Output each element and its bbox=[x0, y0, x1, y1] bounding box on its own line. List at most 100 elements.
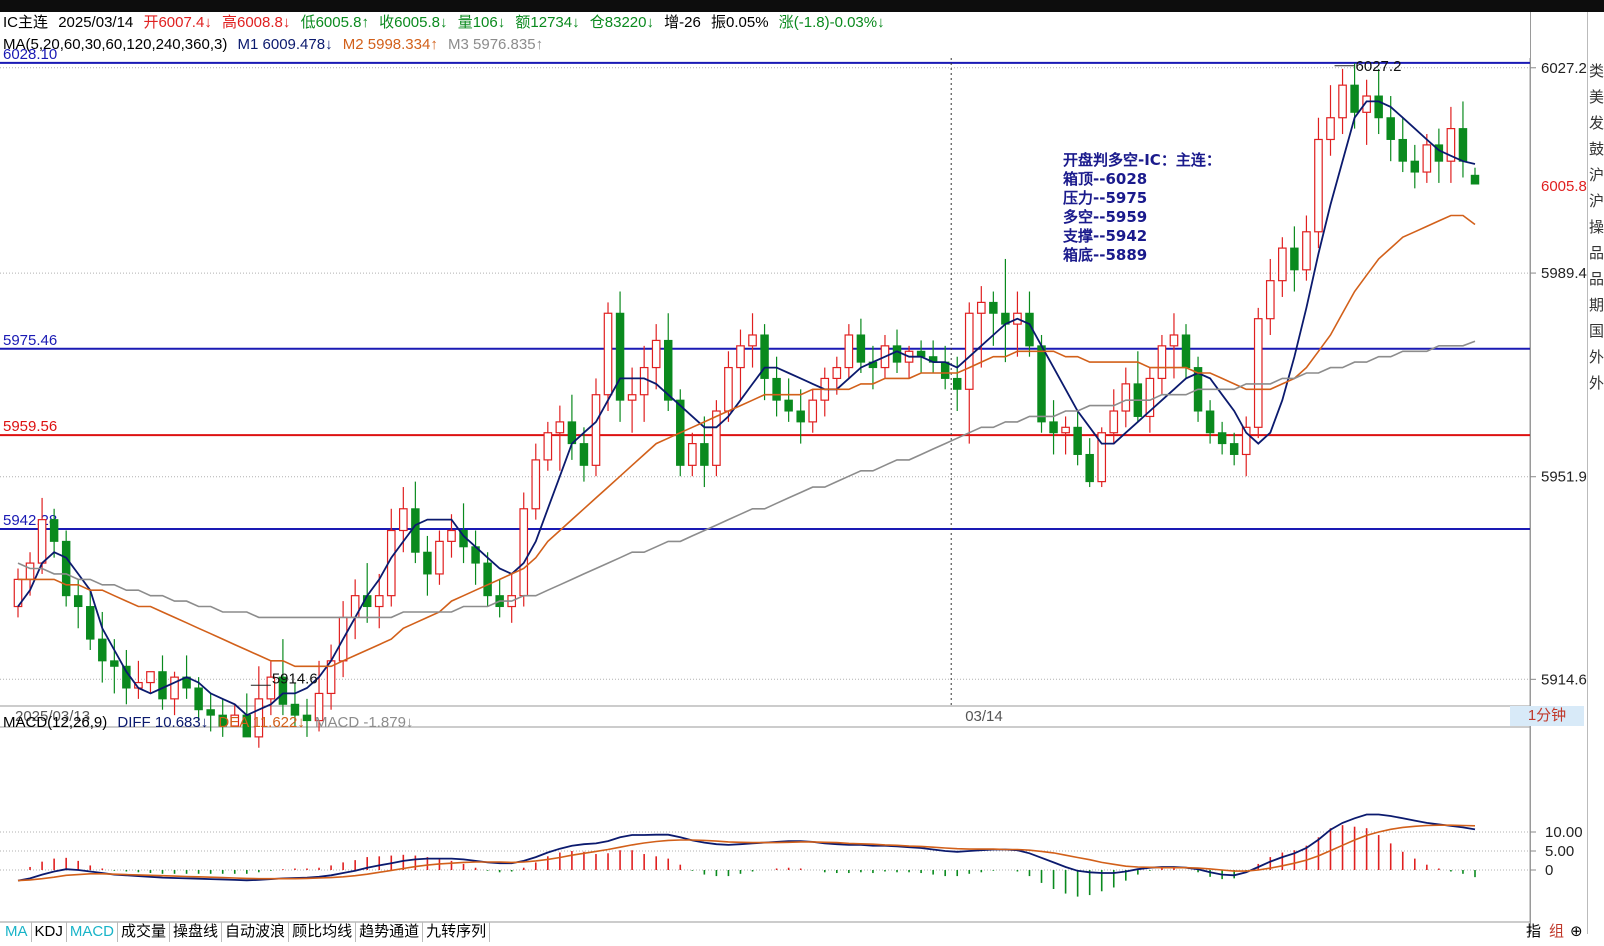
candle-body bbox=[122, 665, 131, 689]
macd-dea-line bbox=[17, 824, 1476, 882]
tab-trading-line[interactable]: 操盘线 bbox=[170, 922, 223, 942]
candle-body bbox=[772, 377, 781, 401]
tab-kdj[interactable]: KDJ bbox=[32, 922, 67, 942]
price-tick-label: 5989.4 bbox=[1541, 265, 1587, 282]
candle-body bbox=[1049, 421, 1058, 434]
candle-body bbox=[37, 519, 47, 564]
chart-canvas: 6027.2 5989.4 5951.9 5914.6 6005.8 6028.10 597… bbox=[0, 46, 1587, 923]
candle-body bbox=[651, 339, 661, 369]
candle-body bbox=[49, 519, 59, 542]
price-tick-label: 5914.6 bbox=[1541, 671, 1587, 688]
candle-body bbox=[784, 399, 793, 412]
candle-body bbox=[73, 595, 83, 608]
macd-tick-label: 0 bbox=[1545, 862, 1553, 879]
candle-body bbox=[1181, 334, 1191, 369]
candle-body bbox=[1205, 410, 1215, 434]
candle-body bbox=[1253, 318, 1263, 428]
candle-body bbox=[447, 529, 456, 542]
right-panel-char: 沪 bbox=[1589, 192, 1604, 210]
candle-body bbox=[591, 394, 601, 466]
period-1min-button[interactable]: 1分钟 bbox=[1510, 706, 1584, 726]
candle-body bbox=[483, 562, 492, 597]
candle-body bbox=[1169, 334, 1179, 347]
right-panel-char: 外 bbox=[1589, 348, 1604, 366]
candle-body bbox=[1278, 247, 1287, 282]
candle-body bbox=[531, 459, 541, 510]
annotation-line: 多空--5959 bbox=[1063, 208, 1147, 226]
candle-body bbox=[832, 366, 842, 380]
candle-body bbox=[61, 540, 71, 597]
candle-body bbox=[748, 334, 757, 347]
candle-body bbox=[1157, 345, 1167, 380]
candle-body bbox=[110, 660, 119, 667]
candle-body bbox=[1470, 174, 1480, 185]
extreme-label: 5914.6 bbox=[272, 670, 318, 687]
add-icon[interactable]: ⊕ bbox=[1570, 922, 1583, 942]
tab-trend-channel[interactable]: 趋势通道 bbox=[356, 922, 424, 942]
candle-body bbox=[712, 410, 721, 466]
macd-tick-label: 10.00 bbox=[1545, 824, 1583, 841]
candle-body bbox=[98, 638, 107, 662]
candle-body bbox=[989, 301, 998, 314]
right-panel-char: 外 bbox=[1589, 374, 1604, 392]
tab-volume[interactable]: 成交量 bbox=[118, 922, 171, 942]
candle-body bbox=[158, 671, 167, 700]
candle-body bbox=[25, 562, 35, 580]
candle-body bbox=[423, 551, 432, 575]
candle-body bbox=[1085, 453, 1094, 483]
candle-body bbox=[1374, 95, 1383, 119]
candle-body bbox=[555, 421, 565, 434]
macd-dea-value: DEA 11.622↓ bbox=[218, 714, 305, 731]
candle-body bbox=[1326, 117, 1335, 141]
candle-body bbox=[1061, 426, 1070, 434]
candle-body bbox=[411, 508, 420, 553]
candle-body bbox=[1350, 84, 1359, 113]
candle-body bbox=[856, 334, 866, 363]
right-panel-char: 类 bbox=[1589, 62, 1604, 80]
candle-body bbox=[1314, 138, 1323, 233]
right-panel-char: 品 bbox=[1589, 270, 1604, 288]
level-label: 5942.28 bbox=[3, 512, 57, 529]
tab-ma[interactable]: MA bbox=[2, 922, 32, 942]
candle-body bbox=[700, 443, 709, 466]
candle-body bbox=[194, 687, 203, 711]
candle-body bbox=[1338, 84, 1347, 119]
current-price-label: 6005.8 bbox=[1541, 178, 1587, 195]
candle-body bbox=[736, 345, 745, 369]
candle-body bbox=[1037, 345, 1046, 423]
candle-body bbox=[170, 676, 179, 700]
macd-tick-label: 5.00 bbox=[1545, 843, 1574, 860]
candle-body bbox=[1217, 432, 1227, 445]
right-panel-char: 美 bbox=[1589, 88, 1604, 106]
annotation-line: 箱底--5889 bbox=[1063, 246, 1147, 264]
candle-body bbox=[374, 595, 384, 608]
macd-legend-row: MACD(12,26,9) DIFF 10.683↓ DEA 11.622↓ M… bbox=[3, 714, 419, 732]
right-panel-char: 操 bbox=[1589, 218, 1604, 236]
macd-hist-value: MACD -1.879↓ bbox=[315, 714, 414, 731]
annotation-line: 支撑--5942 bbox=[1062, 227, 1147, 245]
macd-diff-value: DIFF 10.683↓ bbox=[117, 714, 209, 731]
group-button[interactable]: 组 bbox=[1549, 922, 1564, 942]
right-panel-char: 鼓 bbox=[1589, 140, 1604, 158]
annotation-line: 压力--5975 bbox=[1063, 189, 1147, 207]
tab-auto-wave[interactable]: 自动波浪 bbox=[222, 922, 290, 942]
candle-body bbox=[1398, 138, 1407, 162]
candle-body bbox=[639, 366, 649, 396]
candle-body bbox=[627, 394, 637, 401]
tab-guppy-ma[interactable]: 顾比均线 bbox=[289, 922, 357, 942]
candle-body bbox=[976, 301, 986, 314]
candle-body bbox=[1109, 410, 1119, 434]
tab-macd[interactable]: MACD bbox=[67, 922, 119, 942]
candle-body bbox=[1265, 280, 1275, 320]
candle-body bbox=[1458, 128, 1468, 162]
candle-body bbox=[1290, 247, 1299, 271]
level-label: 6028.10 bbox=[3, 46, 57, 63]
candle-body bbox=[808, 399, 818, 423]
tab-td-sequential[interactable]: 九转序列 bbox=[423, 922, 491, 942]
price-tick-label: 5951.9 bbox=[1541, 469, 1587, 486]
indicator-button[interactable]: 指 bbox=[1526, 922, 1541, 942]
candle-body bbox=[687, 443, 697, 466]
candle-body bbox=[1386, 117, 1395, 140]
right-panel-char: 沪 bbox=[1589, 166, 1604, 184]
candle-body bbox=[435, 540, 444, 575]
